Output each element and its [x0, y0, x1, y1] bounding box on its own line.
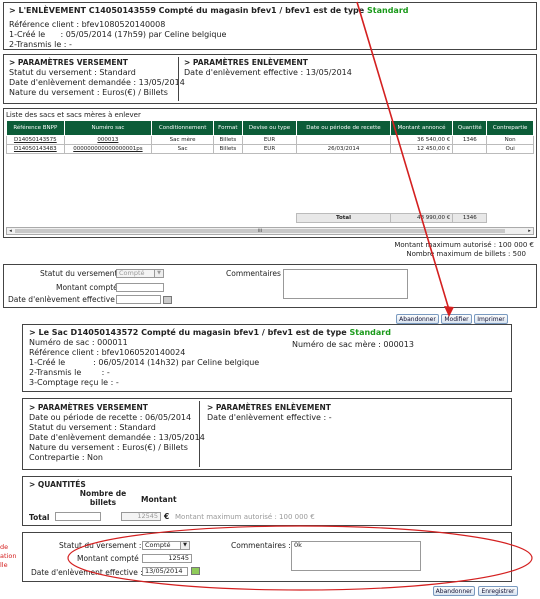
annotation-line: de	[0, 543, 9, 551]
annotation-ellipse	[67, 525, 533, 591]
annotation-arrow-head	[444, 306, 454, 317]
annotation-arrow-line	[356, 1, 451, 314]
annotation-overlay	[67, 1, 533, 591]
annotation-line: ation	[0, 552, 17, 560]
annotation-line: lle	[0, 561, 8, 569]
annotation-text: de ation lle	[0, 543, 16, 570]
